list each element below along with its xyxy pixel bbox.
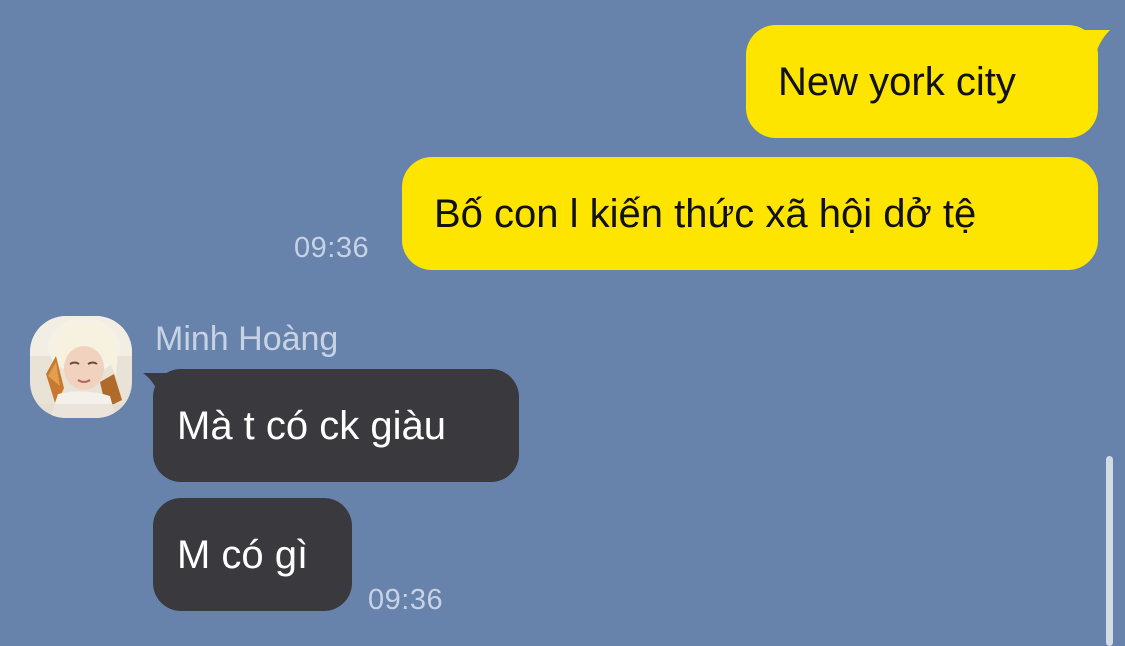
outgoing-message-bubble[interactable]: Bố con l kiến thức xã hội dở tệ xyxy=(402,157,1098,270)
chat-message-list[interactable]: New york city Bố con l kiến thức xã hội … xyxy=(0,0,1125,646)
outgoing-message-bubble[interactable]: New york city xyxy=(746,25,1098,138)
sender-avatar[interactable] xyxy=(30,316,132,418)
scrollbar[interactable] xyxy=(1106,456,1113,646)
avatar-photo xyxy=(30,316,132,418)
message-text: Bố con l kiến thức xã hội dở tệ xyxy=(434,191,977,236)
incoming-message-bubble[interactable]: M có gì xyxy=(153,498,352,611)
message-text: M có gì xyxy=(177,532,309,577)
outgoing-timestamp: 09:36 xyxy=(294,232,370,264)
message-text: New york city xyxy=(778,59,1016,104)
incoming-message-bubble[interactable]: Mà t có ck giàu xyxy=(153,369,519,482)
sender-name: Minh Hoàng xyxy=(155,320,339,358)
incoming-timestamp: 09:36 xyxy=(368,584,444,616)
message-text: Mà t có ck giàu xyxy=(177,403,447,448)
